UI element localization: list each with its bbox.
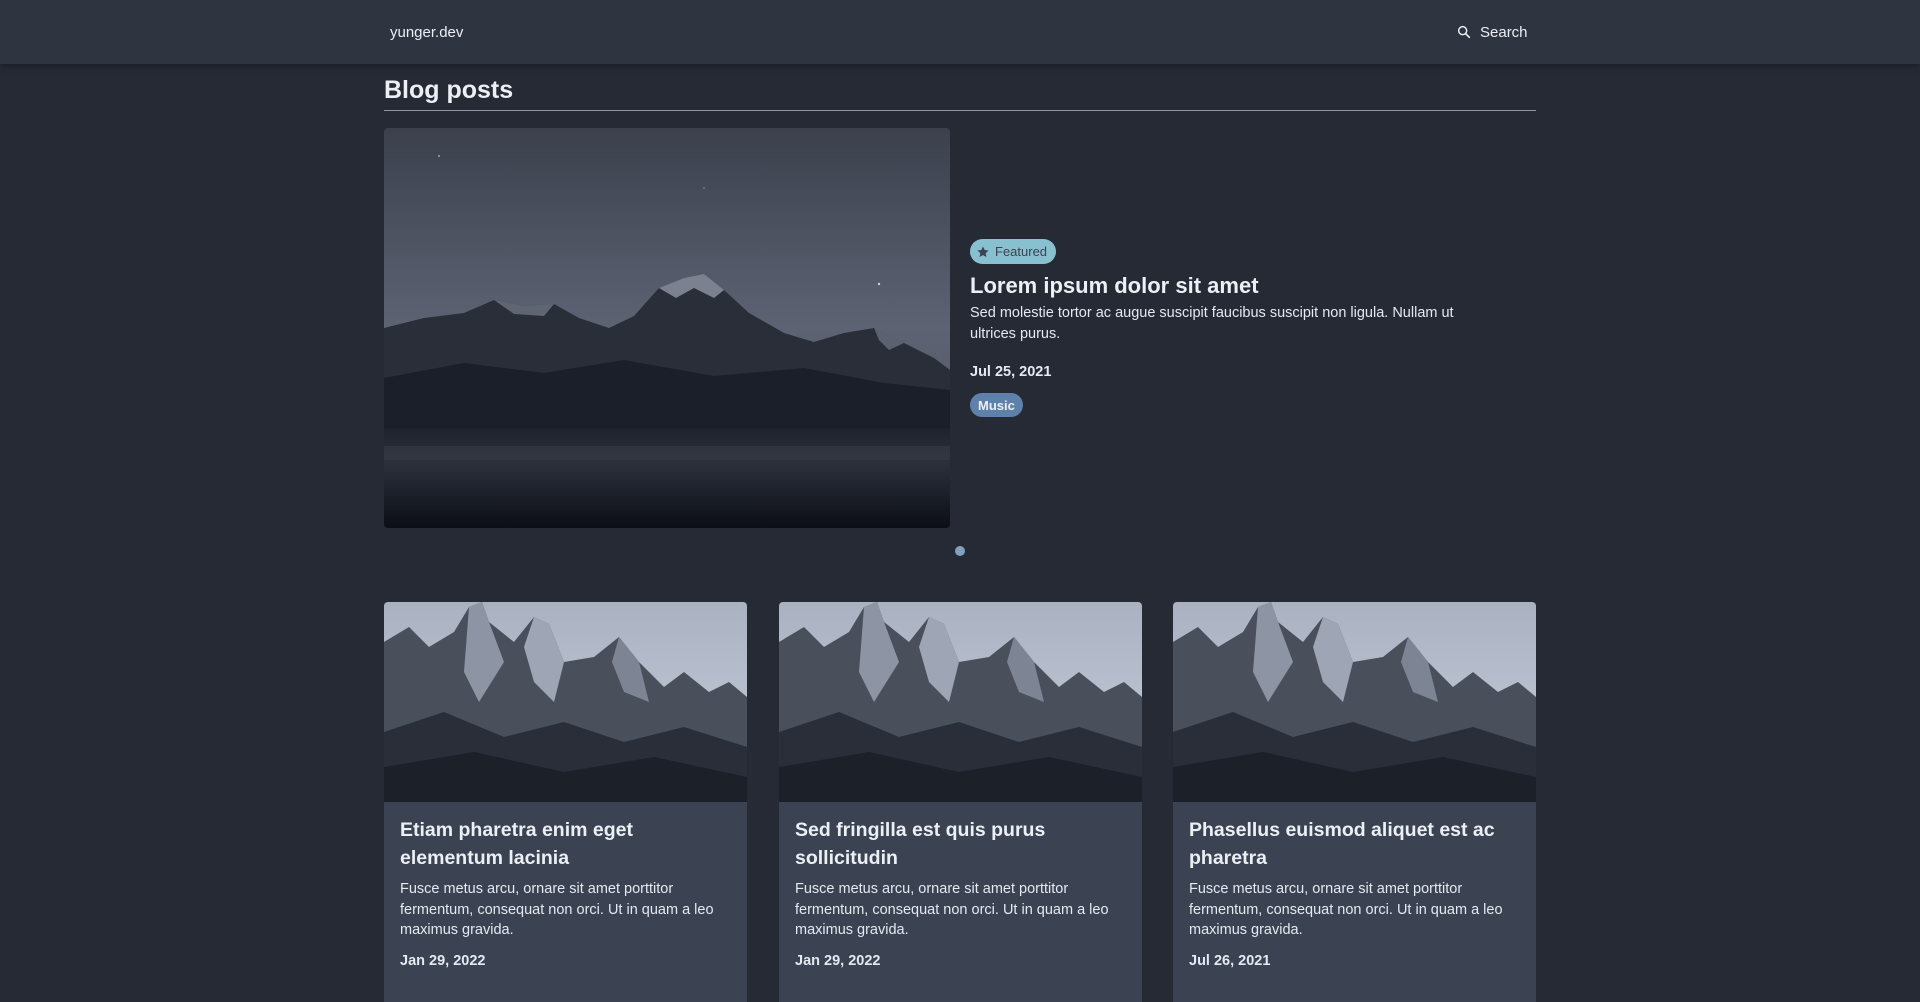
featured-post-description: Sed molestie tortor ac augue suscipit fa…: [970, 305, 1454, 342]
post-card-title[interactable]: Phasellus euismod aliquet est ac pharetr…: [1189, 816, 1524, 872]
post-card-date: Jul 26, 2021: [1189, 953, 1271, 969]
post-card-description: Fusce metus arcu, ornare sit amet portti…: [795, 881, 1109, 938]
post-card-image: [1173, 602, 1536, 802]
tag-music[interactable]: Music: [970, 393, 1023, 417]
featured-title-text: Lorem ipsum dolor sit: [970, 273, 1202, 298]
post-card[interactable]: Sed fringilla est quis purus sollicitudi…: [779, 602, 1142, 1002]
post-card-image: [384, 602, 747, 802]
post-card-date: Jan 29, 2022: [795, 953, 881, 969]
post-card-title[interactable]: Etiam pharetra enim eget elementum lacin…: [400, 816, 735, 872]
carousel-indicator-dot[interactable]: [955, 546, 965, 556]
search-icon: [1457, 25, 1471, 39]
featured-badge-label: Featured: [995, 244, 1048, 259]
post-card[interactable]: Phasellus euismod aliquet est ac pharetr…: [1173, 602, 1536, 1002]
featured-post-date: Jul 25, 2021: [970, 364, 1052, 380]
featured-title-emphasis: amet: [1207, 273, 1259, 298]
page-title: Blog posts: [384, 76, 514, 104]
post-card[interactable]: Etiam pharetra enim eget elementum lacin…: [384, 602, 747, 1002]
top-navigation-bar: yunger.dev Search: [0, 0, 1920, 64]
post-card-date: Jan 29, 2022: [400, 953, 486, 969]
star-icon: [977, 245, 989, 257]
post-card-title[interactable]: Sed fringilla est quis purus sollicitudi…: [795, 816, 1130, 872]
featured-post-title[interactable]: Lorem ipsum dolor sit amet: [970, 273, 1259, 299]
search-label: Search: [1480, 23, 1528, 41]
search-button[interactable]: Search: [1456, 20, 1528, 44]
featured-badge: Featured: [970, 239, 1057, 264]
post-card-description: Fusce metus arcu, ornare sit amet portti…: [400, 881, 714, 938]
post-card-description: Fusce metus arcu, ornare sit amet portti…: [1189, 881, 1503, 938]
heading-divider: [384, 110, 1536, 111]
post-card-image: [779, 602, 1142, 802]
site-brand-link[interactable]: yunger.dev: [390, 24, 463, 41]
featured-post-image[interactable]: [384, 128, 950, 528]
